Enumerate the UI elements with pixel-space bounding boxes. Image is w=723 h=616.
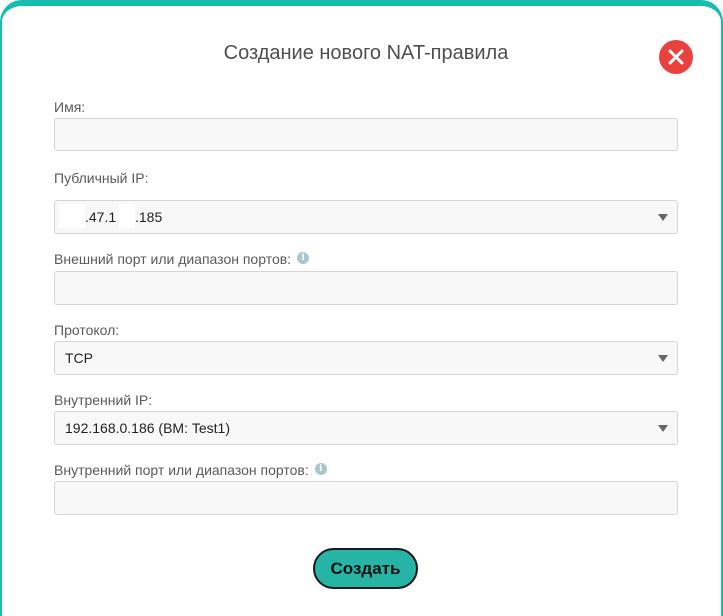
- info-icon[interactable]: i: [314, 463, 327, 475]
- internal-port-input[interactable]: [54, 481, 678, 515]
- public-ip-select[interactable]: .47.1 .185: [54, 200, 678, 234]
- internal-ip-value: 192.168.0.186 (ВМ: Test1): [65, 420, 230, 436]
- public-ip-label: Публичный IP:: [54, 170, 149, 186]
- chevron-down-icon: [658, 355, 668, 362]
- internal-ip-select[interactable]: 192.168.0.186 (ВМ: Test1): [54, 411, 678, 445]
- internal-port-label: Внутренний порт или диапазон портов: i: [54, 462, 327, 478]
- ip-redaction: [59, 204, 85, 228]
- protocol-select[interactable]: TCP: [54, 341, 678, 375]
- create-button[interactable]: Создать: [313, 548, 418, 589]
- public-ip-value-part2: .185: [135, 209, 163, 225]
- external-port-input[interactable]: [54, 271, 678, 305]
- close-icon: [668, 49, 684, 65]
- protocol-label: Протокол:: [54, 322, 120, 338]
- name-label: Имя:: [54, 99, 86, 115]
- info-icon[interactable]: i: [297, 252, 310, 264]
- close-button[interactable]: [659, 40, 693, 74]
- internal-port-label-text: Внутренний порт или диапазон портов:: [54, 462, 309, 478]
- public-ip-value-part1: .47.1: [85, 209, 117, 225]
- nat-rule-dialog: [8, 10, 720, 614]
- name-input[interactable]: [54, 118, 678, 151]
- external-port-label: Внешний порт или диапазон портов: i: [54, 251, 310, 267]
- protocol-value: TCP: [65, 350, 93, 366]
- ip-redaction: [119, 204, 135, 228]
- external-port-label-text: Внешний порт или диапазон портов:: [54, 251, 292, 267]
- chevron-down-icon: [658, 214, 668, 221]
- chevron-down-icon: [658, 425, 668, 432]
- dialog-title: Создание нового NAT-правила: [223, 42, 509, 64]
- internal-ip-label: Внутренний IP:: [54, 392, 153, 408]
